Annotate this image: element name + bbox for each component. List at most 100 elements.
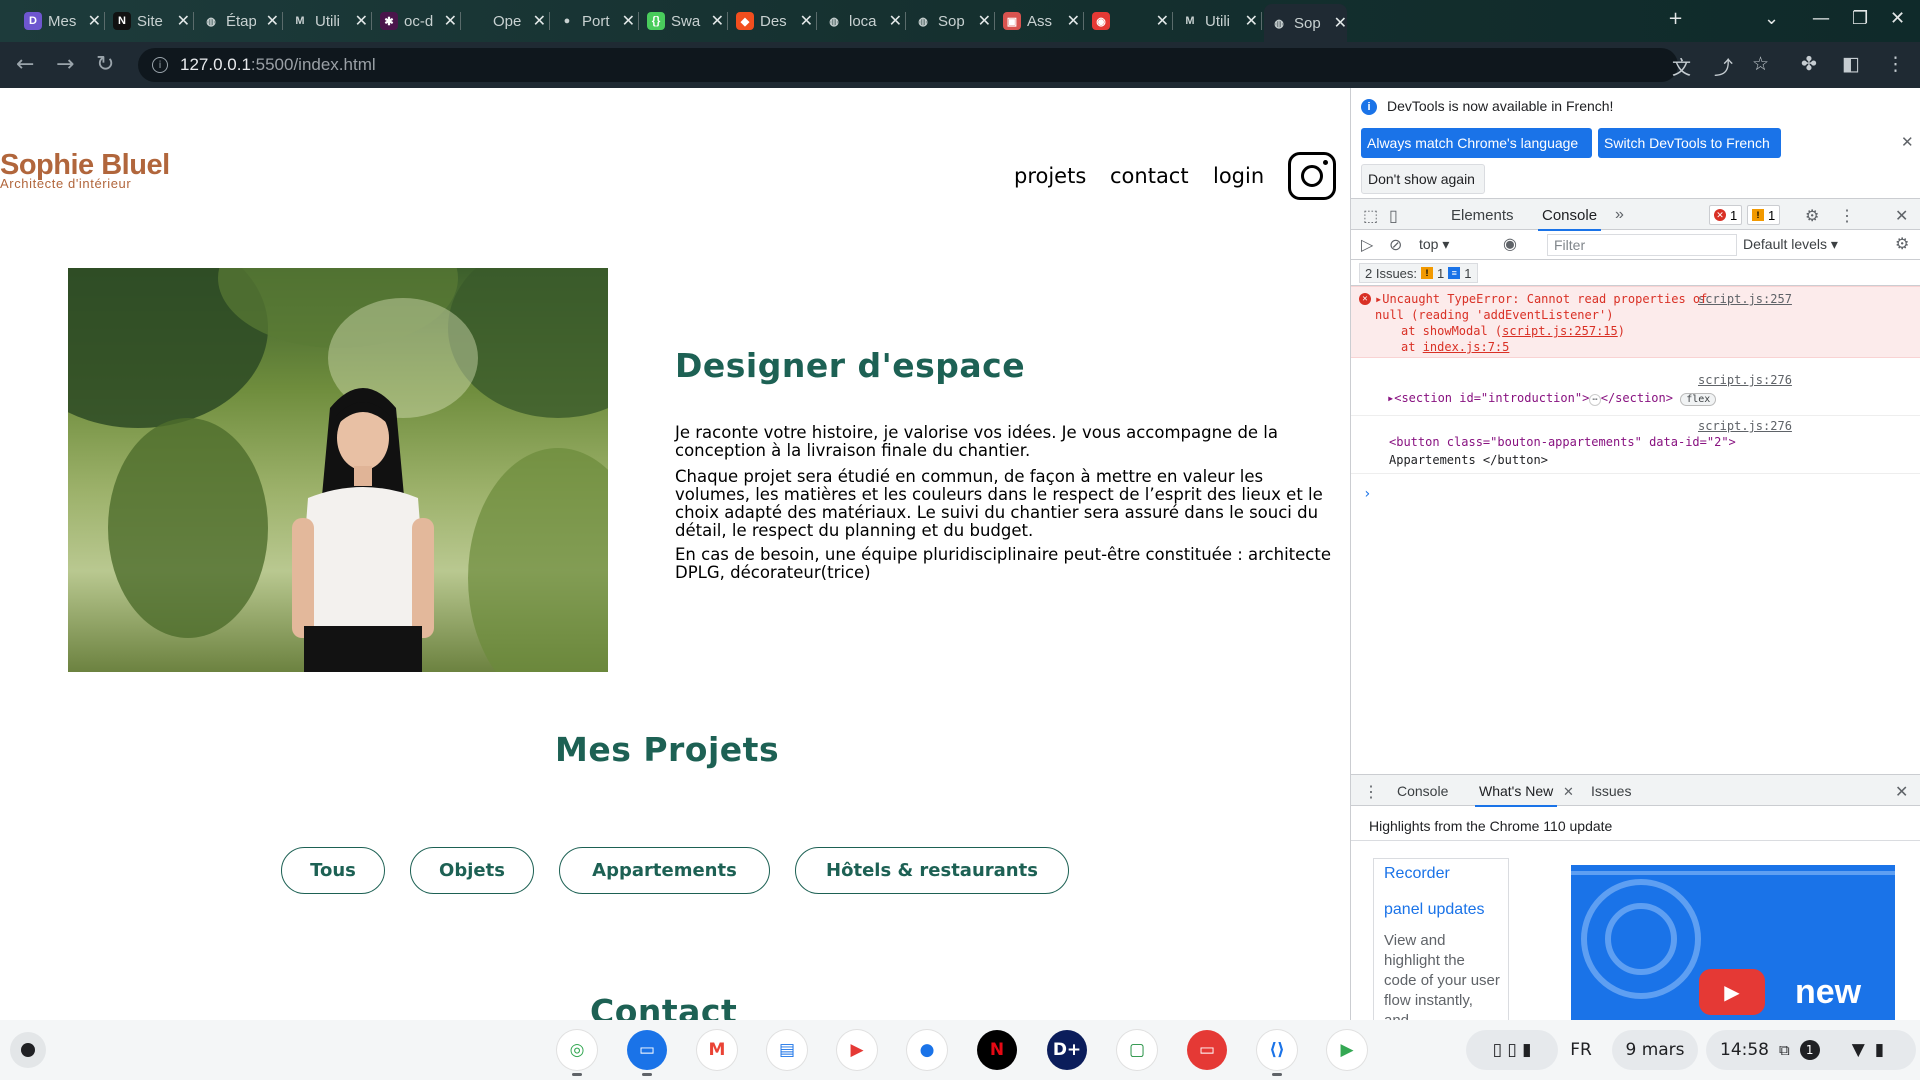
nav-login[interactable]: login — [1213, 164, 1264, 188]
close-tab-icon[interactable]: ✕ — [1156, 11, 1169, 31]
browser-tab[interactable]: ◍ Sop ✕ — [908, 6, 991, 36]
url-text[interactable]: 127.0.0.1:5500/index.html — [180, 55, 376, 75]
close-tab-icon[interactable]: ✕ — [444, 11, 457, 31]
new-tab-icon[interactable]: + — [1668, 8, 1683, 29]
clear-console-icon[interactable]: ⊘ — [1389, 235, 1402, 255]
site-logo[interactable]: Sophie Bluel Architecte d'intérieur — [0, 150, 170, 191]
drawer-menu-icon[interactable]: ⋮ — [1363, 782, 1379, 802]
youtube-play-icon[interactable]: ▶ — [1699, 969, 1765, 1015]
switch-to-french-button[interactable]: Switch DevTools to French — [1598, 128, 1781, 158]
console-filter-input[interactable]: Filter — [1547, 234, 1737, 256]
filter-appartements-button[interactable]: Appartements — [559, 847, 770, 894]
drawer-tab-whats-new[interactable]: What's New — [1474, 783, 1558, 807]
extensions-icon[interactable]: ✤ — [1801, 53, 1817, 75]
browser-menu-icon[interactable]: ⋮ — [1886, 53, 1905, 75]
close-tab-icon[interactable]: ✕ — [1067, 11, 1080, 31]
close-tab-icon[interactable]: ✕ — [978, 11, 991, 31]
close-tab-icon[interactable]: ✕ — [533, 11, 546, 31]
maximize-icon[interactable]: ❐ — [1852, 8, 1868, 29]
close-window-icon[interactable]: ✕ — [1890, 8, 1905, 29]
close-tab-icon[interactable]: ✕ — [355, 11, 368, 31]
devtools-menu-icon[interactable]: ⋮ — [1839, 206, 1855, 226]
status-area[interactable]: 14:58 ⧉ 1 ▼ ▮ — [1706, 1030, 1916, 1070]
youtube-app-icon[interactable]: ▶ — [837, 1030, 877, 1070]
play-store-app-icon[interactable]: ▶ — [1327, 1030, 1367, 1070]
side-panel-icon[interactable]: ◧ — [1842, 53, 1860, 75]
log2-source-link[interactable]: script.js:276 — [1698, 418, 1792, 434]
sidebar-toggle-icon[interactable]: ▷ — [1361, 235, 1373, 255]
docs-app-icon[interactable]: ▤ — [767, 1030, 807, 1070]
tab-elements[interactable]: Elements — [1451, 207, 1514, 224]
address-bar[interactable]: i 127.0.0.1:5500/index.html — [138, 48, 1678, 82]
error-count-badge[interactable]: ✕ 1 — [1709, 205, 1743, 225]
console-error-message[interactable]: ✕ script.js:257 ▸Uncaught TypeError: Can… — [1351, 286, 1920, 358]
close-notice-icon[interactable]: ✕ — [1901, 133, 1914, 151]
console-log-button[interactable]: script.js:276 <button class="bouton-appa… — [1351, 418, 1920, 474]
log1-source-link[interactable]: script.js:276 — [1698, 372, 1792, 388]
browser-tab[interactable]: D Mes ✕ — [18, 6, 101, 36]
card-link[interactable]: panel updates — [1384, 901, 1485, 919]
error-source-link[interactable]: script.js:257 — [1698, 291, 1792, 307]
site-info-icon[interactable]: i — [152, 57, 168, 73]
close-tab-icon[interactable]: ✕ — [711, 11, 724, 31]
browser-tab[interactable]: ◍ Étap ✕ — [196, 6, 279, 36]
browser-tab[interactable]: ◍ loca ✕ — [819, 6, 902, 36]
drawer-tab-issues[interactable]: Issues — [1591, 783, 1631, 799]
browser-tab[interactable]: ◆ Des ✕ — [730, 6, 813, 36]
inspect-element-icon[interactable]: ⬚ — [1363, 206, 1378, 226]
console-settings-icon[interactable]: ⚙ — [1895, 234, 1909, 254]
browser-tab[interactable]: Ope ✕ — [463, 6, 546, 36]
stack-link-1[interactable]: script.js:257:15 — [1502, 324, 1618, 338]
filter-tous-button[interactable]: Tous — [281, 847, 385, 894]
card-title[interactable]: Recorder — [1384, 865, 1450, 883]
share-icon[interactable]: ⤴ — [1714, 53, 1733, 80]
remote-desktop-app-icon[interactable]: ▭ — [1187, 1030, 1227, 1070]
disney-plus-app-icon[interactable]: D+ — [1047, 1030, 1087, 1070]
console-log-section[interactable]: script.js:276 ▸<section id="introduction… — [1351, 372, 1920, 416]
netflix-app-icon[interactable]: N — [977, 1030, 1017, 1070]
close-devtools-icon[interactable]: ✕ — [1895, 206, 1908, 226]
browser-tab[interactable]: ● Port ✕ — [552, 6, 635, 36]
input-language-indicator[interactable]: FR — [1564, 1030, 1598, 1070]
warning-count-badge[interactable]: ! 1 — [1747, 205, 1781, 225]
close-tab-icon[interactable]: ✕ — [1334, 13, 1347, 33]
browser-tab[interactable]: N Site ✕ — [107, 6, 190, 36]
nav-projets[interactable]: projets — [1014, 164, 1086, 188]
messages-app-icon[interactable]: ● — [907, 1030, 947, 1070]
minimize-icon[interactable]: — — [1812, 8, 1830, 29]
tote-holding-space[interactable]: ▯ ▯ ▮ — [1466, 1030, 1558, 1070]
dont-show-again-button[interactable]: Don't show again — [1361, 164, 1485, 194]
close-tab-icon[interactable]: ✕ — [622, 11, 635, 31]
translate-icon[interactable]: 文 — [1672, 53, 1691, 80]
browser-tab[interactable]: {} Swa ✕ — [641, 6, 724, 36]
instagram-icon[interactable] — [1288, 152, 1336, 200]
more-tabs-icon[interactable]: » — [1615, 206, 1624, 224]
browser-tab[interactable]: ◉ ✕ — [1086, 6, 1169, 36]
files-app-icon[interactable]: ▭ — [627, 1030, 667, 1070]
launcher-button[interactable] — [10, 1032, 46, 1068]
context-selector[interactable]: top ▾ — [1419, 236, 1449, 253]
device-toolbar-icon[interactable]: ▯ — [1389, 206, 1398, 226]
reload-icon[interactable]: ↻ — [96, 52, 114, 77]
console-prompt[interactable]: › — [1363, 486, 1371, 502]
forward-icon[interactable]: → — [56, 52, 74, 77]
tab-console[interactable]: Console — [1537, 207, 1602, 231]
filter-objets-button[interactable]: Objets — [410, 847, 534, 894]
bookmark-star-icon[interactable]: ☆ — [1752, 53, 1769, 75]
close-tab-icon[interactable]: ✕ — [177, 11, 190, 31]
log-levels-dropdown[interactable]: Default levels ▾ — [1743, 236, 1838, 253]
close-whats-new-icon[interactable]: ✕ — [1563, 784, 1574, 800]
tab-search-icon[interactable]: ⌄ — [1764, 8, 1779, 29]
close-drawer-icon[interactable]: ✕ — [1895, 782, 1908, 802]
whats-new-video-thumbnail[interactable]: ▶ new — [1571, 865, 1895, 1025]
browser-tab[interactable]: M Utili ✕ — [1175, 6, 1258, 36]
chrome-app-icon[interactable]: ◎ — [557, 1030, 597, 1070]
close-tab-icon[interactable]: ✕ — [889, 11, 902, 31]
recorder-card[interactable]: Recorder panel updates View and highligh… — [1373, 858, 1509, 1028]
browser-tab[interactable]: ◍ Sop ✕ — [1264, 4, 1347, 42]
filter-hotels-button[interactable]: Hôtels & restaurants — [795, 847, 1069, 894]
close-tab-icon[interactable]: ✕ — [88, 11, 101, 31]
gmail-app-icon[interactable]: M — [697, 1030, 737, 1070]
close-tab-icon[interactable]: ✕ — [1245, 11, 1258, 31]
match-language-button[interactable]: Always match Chrome's language — [1361, 128, 1592, 158]
